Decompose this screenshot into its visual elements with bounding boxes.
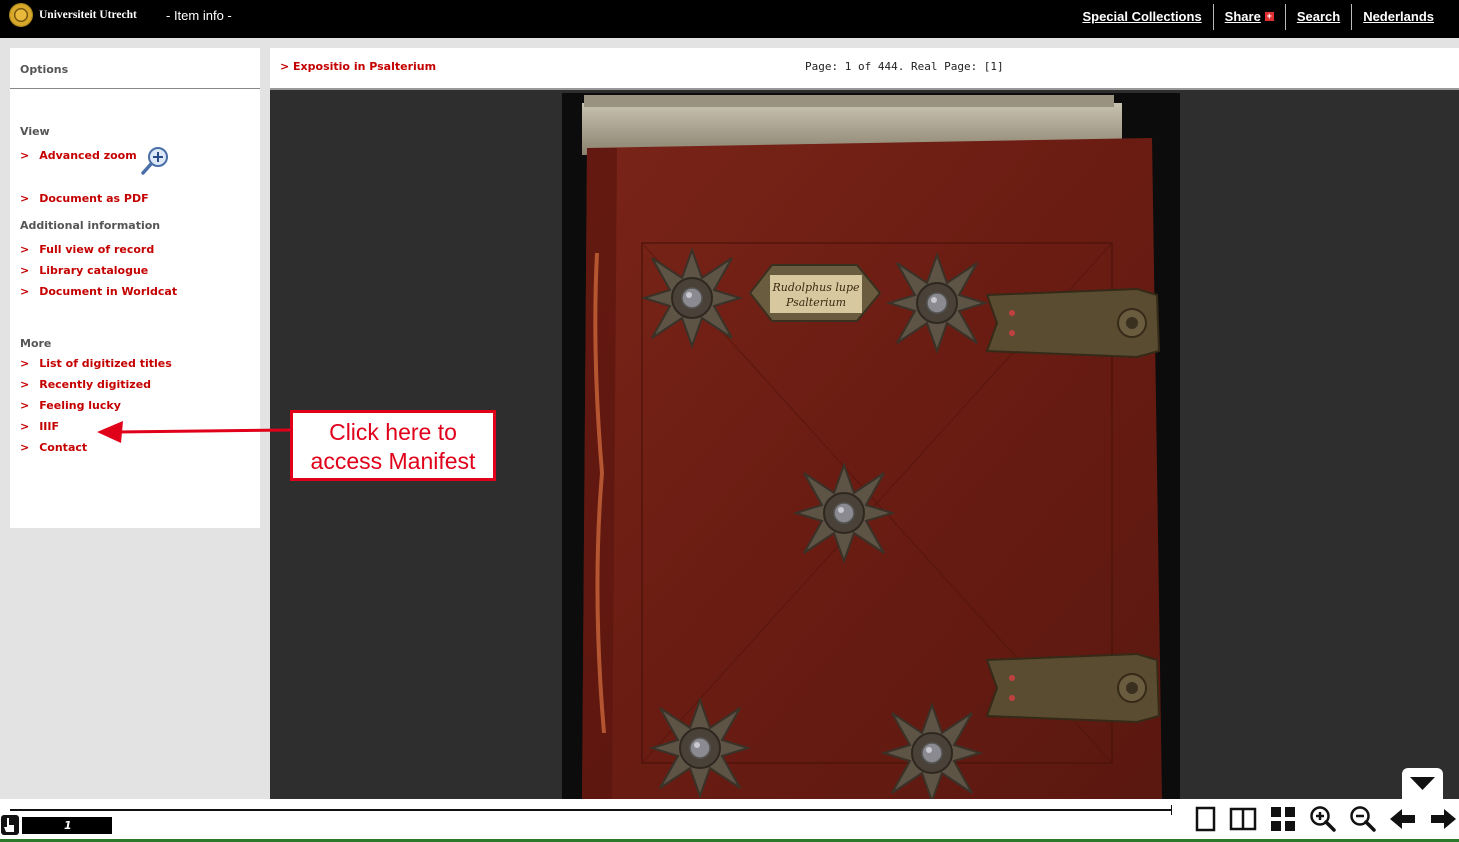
chevron-icon: > xyxy=(20,264,30,277)
recently-digitized-link[interactable]: > Recently digitized xyxy=(20,378,151,391)
chevron-icon: > xyxy=(20,243,30,256)
single-page-icon[interactable] xyxy=(1190,805,1220,833)
viewer-header: > Expositio in Psalterium Page: 1 of 444… xyxy=(270,48,1459,90)
page-slider-end xyxy=(1171,805,1172,815)
options-sidebar: Options View > Advanced zoom > Document as… xyxy=(10,48,260,528)
book-cover-image[interactable]: Rudolphus lupe Psalterium xyxy=(562,93,1180,799)
chevron-icon: > xyxy=(20,285,30,298)
top-bar: Universiteit Utrecht - Item info - Speci… xyxy=(0,0,1459,38)
nederlands-link[interactable]: Nederlands xyxy=(1352,4,1445,30)
university-logo[interactable]: Universiteit Utrecht xyxy=(9,3,137,27)
triangle-down-icon xyxy=(1410,777,1435,790)
worldcat-label: Document in Worldcat xyxy=(39,285,178,298)
advanced-zoom-label: Advanced zoom xyxy=(39,149,137,162)
document-pdf-label: Document as PDF xyxy=(39,192,149,205)
next-page-arrow-icon[interactable] xyxy=(1428,805,1458,833)
annotation-arrow xyxy=(97,421,292,443)
iiif-link[interactable]: > IIIF xyxy=(20,420,59,433)
chevron-icon: > xyxy=(20,420,30,433)
section-more: More xyxy=(20,337,52,350)
share-link[interactable]: Share + xyxy=(1214,4,1285,30)
item-info-label: - Item info - xyxy=(166,8,232,23)
book-label-line2: Psalterium xyxy=(785,296,846,309)
page-info: Page: 1 of 444. Real Page: [1] xyxy=(805,60,1004,73)
worldcat-link[interactable]: > Document in Worldcat xyxy=(20,285,177,298)
zoom-in-icon[interactable] xyxy=(1308,805,1338,833)
special-collections-link[interactable]: Special Collections xyxy=(1071,4,1212,30)
library-catalogue-link[interactable]: > Library catalogue xyxy=(20,264,148,277)
chevron-icon: > xyxy=(20,357,30,370)
feeling-lucky-link[interactable]: > Feeling lucky xyxy=(20,399,121,412)
top-navigation: Special Collections Share + Search Nederl… xyxy=(1071,3,1445,30)
zoom-out-icon[interactable] xyxy=(1348,805,1378,833)
iiif-label: IIIF xyxy=(39,420,60,433)
collapse-toolbar-button[interactable] xyxy=(1402,768,1443,799)
sidebar-divider xyxy=(10,88,260,89)
page-slider-handle[interactable] xyxy=(1,815,19,835)
callout-line-1: Click here to xyxy=(329,419,457,445)
full-view-label: Full view of record xyxy=(39,243,155,256)
logo-text: Universiteit Utrecht xyxy=(39,9,137,21)
thumbnail-grid-icon[interactable] xyxy=(1268,805,1298,833)
feeling-lucky-label: Feeling lucky xyxy=(39,399,121,412)
advanced-zoom-link[interactable]: > Advanced zoom xyxy=(20,149,137,162)
search-link[interactable]: Search xyxy=(1286,4,1351,30)
book-label-line1: Rudolphus lupe xyxy=(771,281,860,294)
callout-line-2: access Manifest xyxy=(310,448,476,474)
section-view: View xyxy=(20,125,50,138)
chevron-icon: > xyxy=(20,149,30,162)
page-slider-track[interactable] xyxy=(10,809,1172,811)
book-cover-illustration: Rudolphus lupe Psalterium xyxy=(582,95,1162,799)
current-page-indicator: 1 xyxy=(22,817,112,834)
hand-pointer-icon xyxy=(4,818,14,832)
section-additional-information: Additional information xyxy=(20,219,161,232)
sidebar-title: Options xyxy=(20,63,69,76)
contact-link[interactable]: > Contact xyxy=(20,441,87,454)
previous-page-arrow-icon[interactable] xyxy=(1388,805,1418,833)
chevron-icon: > xyxy=(20,192,30,205)
magnifier-zoom-icon[interactable] xyxy=(140,144,174,178)
document-title-link[interactable]: > Expositio in Psalterium xyxy=(280,60,436,73)
recently-digitized-label: Recently digitized xyxy=(39,378,152,391)
chevron-icon: > xyxy=(20,441,30,454)
digitized-titles-link[interactable]: > List of digitized titles xyxy=(20,357,172,370)
annotation-callout: Click here to access Manifest xyxy=(290,410,496,481)
seal-icon xyxy=(9,3,33,27)
two-page-icon[interactable] xyxy=(1228,805,1258,833)
document-pdf-link[interactable]: > Document as PDF xyxy=(20,192,149,205)
chevron-icon: > xyxy=(20,399,30,412)
contact-label: Contact xyxy=(39,441,88,454)
share-label: Share xyxy=(1224,8,1261,24)
bottom-toolbar: 1 xyxy=(0,799,1459,842)
library-catalogue-label: Library catalogue xyxy=(39,264,149,277)
full-view-record-link[interactable]: > Full view of record xyxy=(20,243,154,256)
share-plus-icon: + xyxy=(1264,10,1274,21)
chevron-icon: > xyxy=(20,378,30,391)
digitized-titles-label: List of digitized titles xyxy=(39,357,172,370)
